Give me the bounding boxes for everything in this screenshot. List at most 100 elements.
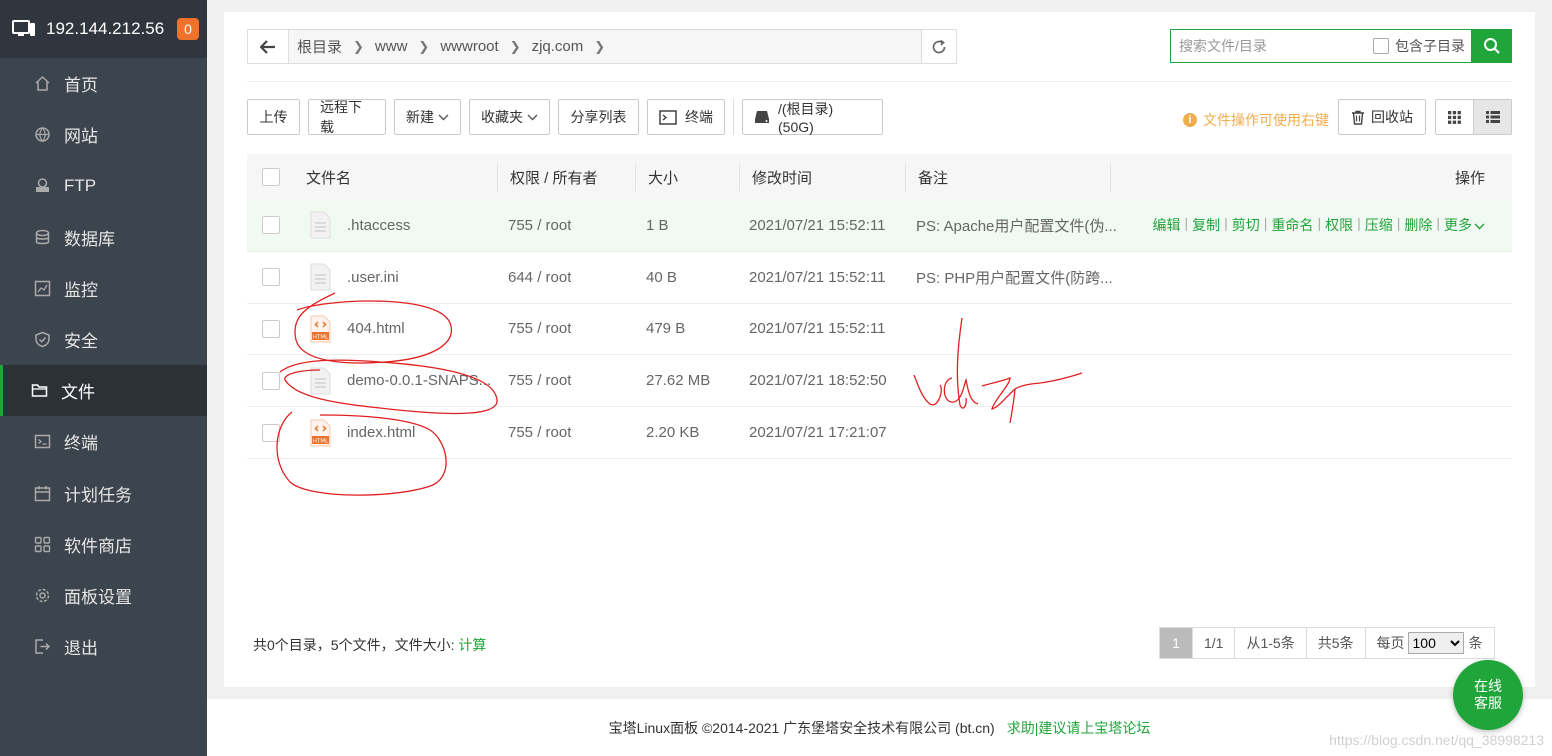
sidebar-item-ftp[interactable]: FTP [0,160,207,211]
chevron-right-icon: ❯ [418,38,430,54]
folder-icon [31,382,48,399]
sidebar-item-label: 安全 [64,332,98,352]
chevron-down-icon [438,114,449,120]
search-button[interactable] [1471,29,1512,63]
file-size: 27.62 MB [646,372,711,390]
header-name[interactable]: 文件名 [306,167,351,188]
header-mtime[interactable]: 修改时间 [752,167,812,188]
select-all-checkbox[interactable] [262,168,280,186]
action-more-label: 更多 [1444,217,1472,234]
sidebar-item-terminal[interactable]: 终端 [0,416,207,467]
row-checkbox[interactable] [262,268,280,287]
sidebar-item-store[interactable]: 软件商店 [0,519,207,570]
toolbar: 上传 远程下载 新建 收藏夹 分享列表 终端 /(根目录) (50G) [247,99,891,135]
sidebar-item-label: 监控 [64,280,98,300]
logout-icon [34,638,51,655]
html-file-icon: HTML [310,315,331,343]
favorites-dropdown[interactable]: 收藏夹 [469,99,550,135]
svg-text:HTML: HTML [313,438,329,444]
refresh-button[interactable] [921,30,956,63]
per-page-select[interactable]: 100 [1407,632,1464,654]
recycle-bin-button[interactable]: 回收站 [1338,99,1426,135]
row-checkbox[interactable] [262,319,280,338]
grid-view-button[interactable] [1436,100,1473,134]
online-support-button[interactable]: 在线 客服 [1453,660,1523,730]
row-checkbox[interactable] [262,371,280,390]
sidebar-item-settings[interactable]: 面板设置 [0,570,207,621]
file-manager-panel: 根目录 ❯ www ❯ wwwroot ❯ zjq.com ❯ 包含子目录 上传… [224,12,1535,687]
new-dropdown[interactable]: 新建 [394,99,461,135]
sidebar-item-label: 数据库 [64,229,115,249]
page-current[interactable]: 1 [1160,628,1193,658]
action-cut[interactable]: 剪切 [1232,215,1260,235]
file-name[interactable]: index.html [347,424,415,441]
sidebar-item-website[interactable]: 网站 [0,109,207,160]
chevron-right-icon: ❯ [353,38,364,54]
action-permission[interactable]: 权限 [1325,215,1353,235]
file-name[interactable]: 404.html [347,320,405,337]
file-note[interactable]: PS: PHP用户配置文件(防跨... [916,267,1113,288]
terminal-icon [34,433,51,450]
row-checkbox[interactable] [262,216,280,235]
header-size[interactable]: 大小 [648,167,678,188]
table-row[interactable]: demo-0.0.1-SNAPS... 755 / root 27.62 MB … [247,355,1512,408]
calculate-size-link[interactable]: 计算 [458,637,486,653]
action-copy[interactable]: 复制 [1192,215,1220,235]
recycle-label: 回收站 [1371,109,1413,125]
terminal-button[interactable]: 终端 [647,99,725,135]
database-icon [34,229,51,246]
sidebar-item-label: 网站 [64,127,98,147]
row-actions: 编辑 | 复制 | 剪切 | 重命名 | 权限 | 压缩 | 删除 | 更多 [1153,215,1485,235]
file-permission[interactable]: 755 / root [508,424,571,441]
crumb-site[interactable]: zjq.com [524,38,592,55]
table-row[interactable]: .htaccess 755 / root 1 B 2021/07/21 15:5… [247,200,1512,252]
sidebar-item-security[interactable]: 安全 [0,314,207,365]
file-table: 文件名 权限 / 所有者 大小 修改时间 备注 操作 .htaccess 755… [247,154,1512,459]
crumb-www[interactable]: www [367,38,416,55]
search-input[interactable] [1171,31,1373,61]
header-permission[interactable]: 权限 / 所有者 [510,167,598,188]
sidebar-item-logout[interactable]: 退出 [0,621,207,672]
sidebar-item-database[interactable]: 数据库 [0,212,207,263]
file-name[interactable]: .htaccess [347,217,410,234]
arrow-left-icon [260,39,275,54]
page-footer: 宝塔Linux面板 ©2014-2021 广东堡塔安全技术有限公司 (bt.cn… [207,699,1552,756]
file-name[interactable]: demo-0.0.1-SNAPS... [347,372,491,389]
file-size: 40 B [646,268,677,286]
list-view-button[interactable] [1473,100,1511,134]
apps-grid-icon [34,536,51,553]
context-menu-tip: i 文件操作可使用右键 [1183,110,1329,130]
action-rename[interactable]: 重命名 [1271,215,1313,235]
file-permission[interactable]: 644 / root [508,269,571,286]
include-subdir-checkbox[interactable] [1373,38,1389,54]
sidebar-item-home[interactable]: 首页 [0,58,207,109]
forum-link[interactable]: 求助|建议请上宝塔论坛 [1007,718,1151,738]
remote-download-button[interactable]: 远程下载 [308,99,386,135]
row-checkbox[interactable] [262,423,280,442]
sidebar-item-monitor[interactable]: 监控 [0,263,207,314]
table-row[interactable]: HTML index.html 755 / root 2.20 KB 2021/… [247,407,1512,459]
crumb-wwwroot[interactable]: wwwroot [432,38,506,55]
crumb-root[interactable]: 根目录 [289,36,350,57]
file-note[interactable]: PS: Apache用户配置文件(伪... [916,215,1117,236]
sidebar-item-files[interactable]: 文件 [0,365,207,417]
support-line-1: 在线 [1474,678,1502,694]
action-more[interactable]: 更多 [1444,215,1485,235]
share-list-button[interactable]: 分享列表 [558,99,639,135]
list-icon [1485,111,1500,123]
file-permission[interactable]: 755 / root [508,217,571,234]
file-name[interactable]: .user.ini [347,269,399,286]
action-delete[interactable]: 删除 [1404,215,1432,235]
back-button[interactable] [248,30,289,63]
action-compress[interactable]: 压缩 [1365,215,1393,235]
file-permission[interactable]: 755 / root [508,372,571,389]
include-subdir-toggle[interactable]: 包含子目录 [1373,36,1465,56]
table-row[interactable]: .user.ini 644 / root 40 B 2021/07/21 15:… [247,252,1512,304]
disk-button[interactable]: /(根目录) (50G) [742,99,883,135]
sidebar-item-cron[interactable]: 计划任务 [0,468,207,519]
upload-button[interactable]: 上传 [247,99,300,135]
table-row[interactable]: HTML 404.html 755 / root 479 B 2021/07/2… [247,304,1512,356]
notification-badge[interactable]: 0 [177,18,199,40]
file-permission[interactable]: 755 / root [508,320,571,337]
action-edit[interactable]: 编辑 [1153,215,1181,235]
